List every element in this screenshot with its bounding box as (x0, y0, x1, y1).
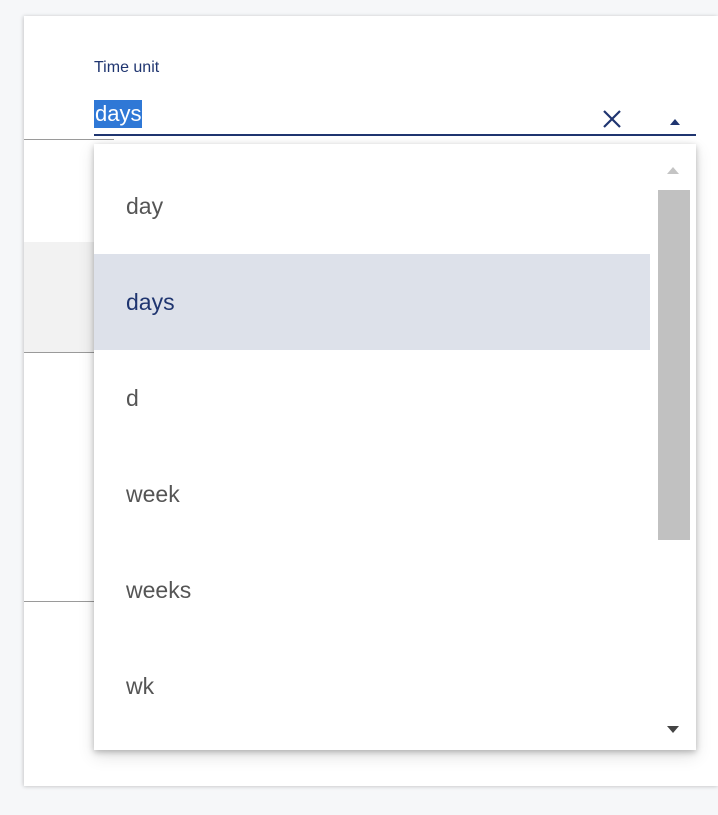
close-icon[interactable] (601, 108, 623, 130)
time-unit-input-value[interactable]: days (94, 100, 143, 128)
scroll-up-arrow-icon[interactable] (666, 162, 680, 174)
option-list: day days d week weeks wk (94, 158, 650, 734)
option-week[interactable]: week (94, 446, 650, 542)
dialog-panel: Time unit days day days d week weeks wk (24, 16, 718, 786)
option-d[interactable]: d (94, 350, 650, 446)
time-unit-label: Time unit (94, 59, 160, 76)
option-day[interactable]: day (94, 158, 650, 254)
option-days[interactable]: days (94, 254, 650, 350)
background-divider (24, 139, 114, 140)
option-wk[interactable]: wk (94, 638, 650, 734)
time-unit-dropdown: day days d week weeks wk (94, 144, 696, 750)
time-unit-field[interactable]: Time unit days (94, 56, 696, 138)
caret-up-icon[interactable] (668, 114, 682, 125)
scroll-down-arrow-icon[interactable] (666, 722, 680, 733)
time-unit-underline (94, 134, 696, 136)
scrollbar-thumb[interactable] (658, 190, 690, 540)
dropdown-scrollbar[interactable] (654, 144, 696, 750)
option-weeks[interactable]: weeks (94, 542, 650, 638)
